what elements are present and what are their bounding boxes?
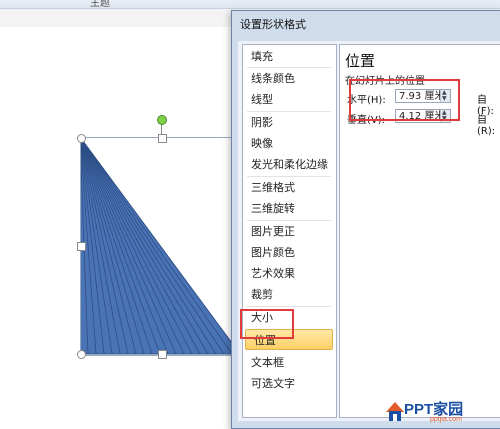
selection-box <box>80 137 242 356</box>
nav-item-picture-color[interactable]: 图片颜色 <box>243 242 336 263</box>
format-shape-dialog: 设置形状格式 填充 线条颜色 线型 阴影 映像 发光和柔化边缘 三维格式 三维旋… <box>231 10 500 429</box>
ribbon-strip: 主题 <box>0 0 500 9</box>
nav-item-line-style[interactable]: 线型 <box>243 89 336 110</box>
highlight-position-fields <box>349 79 460 121</box>
nav-item-picture-corrections[interactable]: 图片更正 <box>243 221 336 242</box>
resize-handle-bottom-left[interactable] <box>77 350 86 359</box>
logo-url: pptjia.com <box>430 416 462 423</box>
nav-item-alt-text[interactable]: 可选文字 <box>243 373 336 394</box>
nav-item-crop[interactable]: 裁剪 <box>243 284 336 305</box>
nav-item-text-box[interactable]: 文本框 <box>243 352 336 373</box>
nav-item-reflection[interactable]: 映像 <box>243 133 336 154</box>
resize-handle-left[interactable] <box>77 242 86 251</box>
nav-item-3d-rotation[interactable]: 三维旋转 <box>243 198 336 219</box>
highlight-position-nav <box>240 309 294 339</box>
nav-item-line-color[interactable]: 线条颜色 <box>243 68 336 89</box>
resize-handle-bottom[interactable] <box>158 350 167 359</box>
nav-item-artistic-effects[interactable]: 艺术效果 <box>243 263 336 284</box>
nav-item-3d-format[interactable]: 三维格式 <box>243 177 336 198</box>
category-list: 填充 线条颜色 线型 阴影 映像 发光和柔化边缘 三维格式 三维旋转 图片更正 … <box>242 44 337 418</box>
rotation-handle[interactable] <box>157 115 167 125</box>
nav-item-glow-soft-edges[interactable]: 发光和柔化边缘 <box>243 154 336 175</box>
resize-handle-top[interactable] <box>158 134 167 143</box>
nav-item-fill[interactable]: 填充 <box>243 46 336 67</box>
nav-item-shadow[interactable]: 阴影 <box>243 112 336 133</box>
ribbon-tab-label[interactable]: 主题 <box>90 0 110 9</box>
panel-title: 位置 <box>345 52 376 70</box>
dialog-title: 设置形状格式 <box>240 18 306 31</box>
vertical-from-label: 自(R): <box>477 115 496 137</box>
resize-handle-top-left[interactable] <box>77 134 86 143</box>
